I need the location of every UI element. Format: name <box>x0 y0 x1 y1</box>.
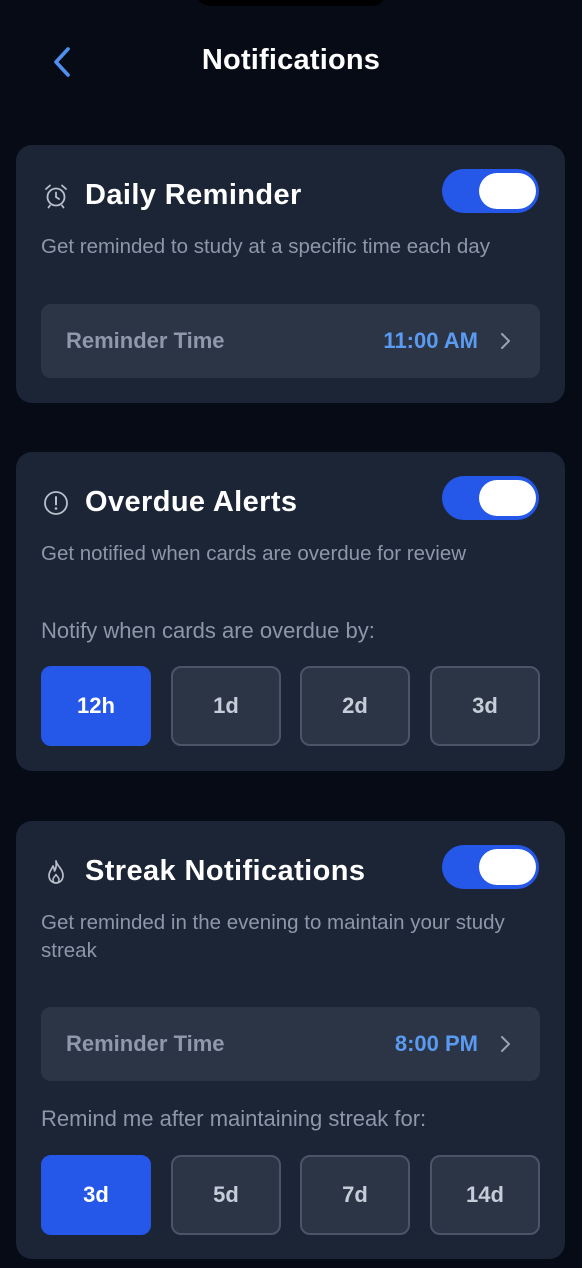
overdue-option-1d[interactable]: 1d <box>171 666 281 746</box>
overdue-option-12h[interactable]: 12h <box>41 666 151 746</box>
page-title: Notifications <box>201 44 381 76</box>
toggle-knob <box>479 480 536 516</box>
daily-reminder-title: Daily Reminder <box>85 179 302 211</box>
toggle-knob <box>479 849 536 885</box>
daily-reminder-card: Daily Reminder Get reminded to study at … <box>16 145 565 403</box>
streak-options: 3d 5d 7d 14d <box>41 1155 540 1235</box>
streak-option-7d[interactable]: 7d <box>300 1155 410 1235</box>
streak-option-3d[interactable]: 3d <box>41 1155 151 1235</box>
reminder-time-label: Reminder Time <box>66 1031 225 1056</box>
overdue-alerts-card: Overdue Alerts Get notified when cards a… <box>16 452 565 771</box>
daily-reminder-description: Get reminded to study at a specific time… <box>41 235 490 258</box>
streak-option-5d[interactable]: 5d <box>171 1155 281 1235</box>
daily-reminder-toggle[interactable] <box>442 169 539 213</box>
streak-notifications-title: Streak Notifications <box>85 855 366 887</box>
toggle-knob <box>479 173 536 209</box>
daily-reminder-header: Daily Reminder <box>42 169 539 217</box>
alarm-clock-icon <box>45 184 67 209</box>
alert-circle-icon <box>44 491 68 515</box>
streak-reminder-time-row[interactable]: Reminder Time 8:00 PM <box>41 1007 540 1081</box>
streak-notifications-card: Streak Notifications Get reminded in the… <box>16 821 565 1259</box>
flame-icon <box>48 860 64 884</box>
streak-notifications-description: Get reminded in the evening to maintain … <box>41 911 505 962</box>
reminder-time-label: Reminder Time <box>66 328 225 353</box>
overdue-options: 12h 1d 2d 3d <box>41 666 540 746</box>
daily-reminder-time-row[interactable]: Reminder Time 11:00 AM <box>41 304 540 378</box>
overdue-alerts-header: Overdue Alerts <box>42 476 539 524</box>
streak-options-label: Remind me after maintaining streak for: <box>41 1106 427 1131</box>
streak-notifications-header: Streak Notifications <box>42 845 539 893</box>
reminder-time-value: 11:00 AM <box>383 328 478 353</box>
reminder-time-value: 8:00 PM <box>394 1031 478 1056</box>
chevron-right-icon <box>501 1036 510 1052</box>
overdue-alerts-description: Get notified when cards are overdue for … <box>41 542 467 565</box>
header: Notifications <box>0 0 582 124</box>
overdue-alerts-toggle[interactable] <box>442 476 539 520</box>
streak-notifications-toggle[interactable] <box>442 845 539 889</box>
streak-option-14d[interactable]: 14d <box>430 1155 540 1235</box>
overdue-options-label: Notify when cards are overdue by: <box>41 618 375 643</box>
overdue-option-2d[interactable]: 2d <box>300 666 410 746</box>
overdue-option-3d[interactable]: 3d <box>430 666 540 746</box>
overdue-alerts-title: Overdue Alerts <box>85 486 298 518</box>
chevron-right-icon <box>501 333 510 349</box>
